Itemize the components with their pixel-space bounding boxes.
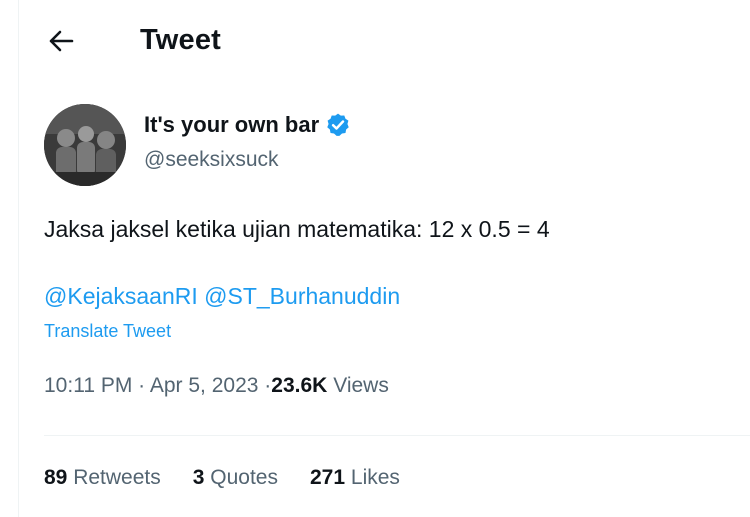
- back-button[interactable]: [44, 26, 78, 60]
- page-header: Tweet: [0, 0, 750, 84]
- quotes-label: Quotes: [210, 466, 278, 489]
- likes-stat[interactable]: 271 Likes: [310, 466, 400, 490]
- avatar[interactable]: [44, 104, 126, 186]
- retweets-stat[interactable]: 89 Retweets: [44, 466, 161, 490]
- likes-label: Likes: [350, 466, 400, 489]
- engagement-stats: 89 Retweets 3 Quotes 271 Likes: [44, 466, 400, 490]
- tweet-time[interactable]: 10:11 PM: [44, 374, 132, 397]
- quotes-stat[interactable]: 3 Quotes: [193, 466, 278, 490]
- tweet-meta: 10:11 PM · Apr 5, 2023 ·23.6K Views: [44, 374, 389, 398]
- tweet-date[interactable]: Apr 5, 2023: [150, 374, 259, 397]
- verified-badge-icon: [325, 112, 351, 138]
- views-count: 23.6K: [271, 374, 328, 397]
- retweets-count: 89: [44, 466, 68, 489]
- mention-link[interactable]: @KejaksaanRI: [44, 283, 198, 309]
- tweet-text: Jaksa jaksel ketika ujian matematika: 12…: [44, 216, 550, 242]
- page-title: Tweet: [140, 24, 222, 56]
- quotes-count: 3: [192, 466, 205, 489]
- translate-tweet-link[interactable]: Translate Tweet: [44, 321, 171, 342]
- arrow-left-icon: [48, 30, 74, 57]
- mention-link[interactable]: @ST_Burhanuddin: [204, 283, 400, 309]
- divider: [44, 435, 750, 436]
- author-name[interactable]: It's your own bar: [144, 112, 319, 138]
- retweets-label: Retweets: [73, 466, 161, 489]
- author-handle[interactable]: @seeksixsuck: [144, 148, 279, 172]
- meta-separator: ·: [138, 374, 146, 397]
- author-name-row[interactable]: It's your own bar: [144, 112, 351, 138]
- likes-count: 271: [310, 466, 346, 489]
- views-label: Views: [333, 374, 389, 397]
- tweet-detail-page: Tweet It's your own bar @seeksixsuck Jak…: [0, 0, 750, 517]
- tweet-mentions: @KejaksaanRI @ST_Burhanuddin: [44, 283, 400, 310]
